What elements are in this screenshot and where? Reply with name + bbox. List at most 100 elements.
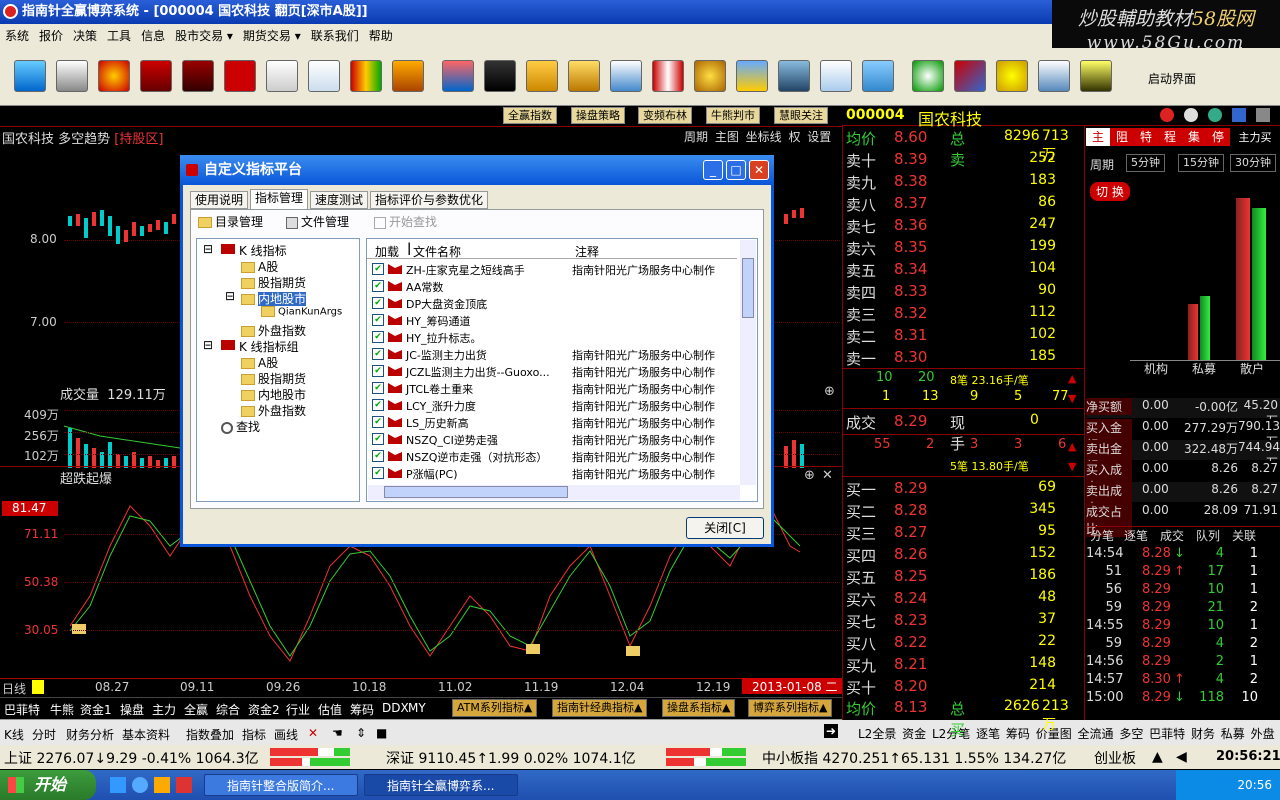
strategy-button-allwin[interactable]: 全赢指数 [503,107,557,124]
chart-red-icon[interactable] [182,60,214,92]
ba-icon[interactable] [224,60,256,92]
fund-tab[interactable]: 阻 [1110,128,1134,146]
menu-tools[interactable]: 工具 [102,24,136,48]
graph-icon[interactable] [820,60,852,92]
scroll-up-icon[interactable]: ▲ [1068,440,1076,453]
menu-help[interactable]: 帮助 [364,24,398,48]
classic-indicators-button[interactable]: 指南针经典指标▲ [552,699,648,717]
book-icon[interactable] [568,60,600,92]
tab-basic-info[interactable]: 基本资料 [122,726,170,743]
tree-node-domestic[interactable]: 内地股市 [241,386,306,403]
ind-ddx[interactable]: DDX [382,701,409,715]
trend-icon[interactable] [308,60,340,92]
ind-valuation[interactable]: 估值 [318,701,342,718]
load-checkbox[interactable]: ✔ [372,297,384,309]
shenzhen-index[interactable]: 深证 9110.45↑1.99 0.02% 1074.1亿 [386,748,636,768]
tree-node-a-stock[interactable]: A股 [241,258,278,275]
close-window-button[interactable]: ✕ [749,160,769,180]
sell-level[interactable]: 卖二 8.31 102 [846,326,1056,347]
menu-quote[interactable]: 报价 [34,24,68,48]
tab-finance[interactable]: 财务分析 [66,726,114,743]
ind-fund2[interactable]: 资金2 [248,701,280,718]
sell-level[interactable]: 卖八 8.37 86 [846,194,1056,215]
play-icon[interactable] [1160,108,1174,122]
bar-chart-icon[interactable] [736,60,768,92]
scroll-thumb[interactable] [384,486,568,498]
fund-tab[interactable]: 集 [1182,128,1206,146]
monitor-icon[interactable] [14,60,46,92]
load-checkbox[interactable]: ✔ [372,416,384,428]
operate-indicators-button[interactable]: 操盘系指标▲ [662,699,736,717]
menu-contact[interactable]: 联系我们 [306,24,364,48]
tab-index-overlay[interactable]: 指数叠加 [186,726,234,743]
bars-icon[interactable] [350,60,382,92]
tab-evaluation[interactable]: 指标评价与参数优化 [370,191,489,209]
tab-kline[interactable]: K线 [4,726,24,743]
tab-indicator[interactable]: 指标 [242,726,266,743]
shanghai-index[interactable]: 上证 2276.07↓9.29 -0.41% 1064.3亿 [4,748,259,768]
ind-allwin[interactable]: 全赢 [184,701,208,718]
close-button[interactable]: 关闭[C] [686,517,764,539]
buy-level[interactable]: 买二 8.28 345 [846,501,1056,522]
strategy-button-plan[interactable]: 操盘策略 [571,107,625,124]
scroll-up-icon[interactable]: ▲ [1068,372,1076,385]
zoom-icon[interactable]: ⊕ [824,384,835,399]
books-icon[interactable] [392,60,424,92]
file-row[interactable]: ✔ NSZQ_CI逆势走强 指南针阳光广场服务中心制作 [372,431,738,448]
hand-icon[interactable]: ☚ [332,726,343,740]
expand-arrow-icon[interactable]: ➜ [824,724,839,738]
a-stock-icon[interactable] [140,60,172,92]
robot-icon[interactable] [1080,60,1112,92]
period-30min[interactable]: 30分钟 [1230,154,1276,172]
lock-icon[interactable]: ■ [376,726,387,740]
file-row[interactable]: ✔ ZH-庄家克星之短线高手 指南针阳光广场服务中心制作 [372,261,738,278]
tools-icon[interactable] [442,60,474,92]
pie-icon[interactable] [98,60,130,92]
ind-composite[interactable]: 综合 [216,701,240,718]
col-note[interactable]: 注释 [575,243,599,260]
sell-level[interactable]: 卖六 8.35 199 [846,238,1056,259]
ind-fund1[interactable]: 资金1 [80,701,112,718]
magnet-icon[interactable] [954,60,986,92]
tree-node-foreign[interactable]: 外盘指数 [241,322,306,339]
buy-level[interactable]: 买八 8.22 22 [846,633,1056,654]
maximize-button[interactable]: □ [726,160,746,180]
sme-index[interactable]: 中小板指 4270.251↑65.131 1.55% 134.27亿 [762,748,1066,768]
vertical-scrollbar[interactable] [740,240,756,485]
sell-level[interactable]: 卖四 8.33 90 [846,282,1056,303]
start-search-button[interactable]: 开始查找 [374,213,437,230]
money-icon[interactable] [694,60,726,92]
terminal-icon[interactable] [484,60,516,92]
task-main-app[interactable]: 指南针全赢博弈系... [364,774,518,796]
ind-operate[interactable]: 操盘 [120,701,144,718]
horizontal-scrollbar[interactable] [368,485,740,500]
strategy-button-bullbear[interactable]: 牛熊判市 [706,107,760,124]
load-checkbox[interactable]: ✔ [372,263,384,275]
tree-node-index-futures[interactable]: 股指期货 [241,274,306,291]
file-row[interactable]: ✔ LS_历史新高 指南针阳光广场服务中心制作 [372,414,738,431]
load-checkbox[interactable]: ✔ [372,314,384,326]
period-daily[interactable]: 日线 [2,680,26,697]
sell-level[interactable]: 卖十 8.39 252 [846,150,1056,171]
switch-button[interactable]: 切 换 [1090,182,1130,201]
col-load[interactable]: 加载 [375,243,399,260]
load-checkbox[interactable]: ✔ [372,331,384,343]
tree-node-a-stock[interactable]: A股 [241,354,278,371]
tab-indicator-manage[interactable]: 指标管理 [250,189,309,210]
file-row[interactable]: ✔ DP大盘资金顶底 [372,295,738,312]
menu-stock-trade[interactable]: 股市交易 ▾ [170,24,238,48]
move-icon[interactable]: ⇕ [356,726,366,740]
line-chart-icon[interactable] [266,60,298,92]
sell-level[interactable]: 卖七 8.36 247 [846,216,1056,237]
minimize-button[interactable]: _ [703,160,723,180]
col-filename[interactable]: 文件名称 [413,243,461,260]
chinext-index[interactable]: 创业板 [1094,748,1136,768]
ind-bullbear[interactable]: 牛熊 [50,701,74,718]
tab-drawing[interactable]: 画线 [274,726,298,743]
delete-icon[interactable]: ✕ [308,726,318,740]
tree-expander-icon[interactable]: ⊟ [203,242,213,256]
grid-icon[interactable] [1256,108,1270,122]
file-row[interactable]: ✔ NSZQ逆市走强（对抗形态） 指南针阳光广场服务中心制作 [372,448,738,465]
load-checkbox[interactable]: ✔ [372,280,384,292]
tree-node-kline[interactable]: K 线指标 [239,242,287,259]
